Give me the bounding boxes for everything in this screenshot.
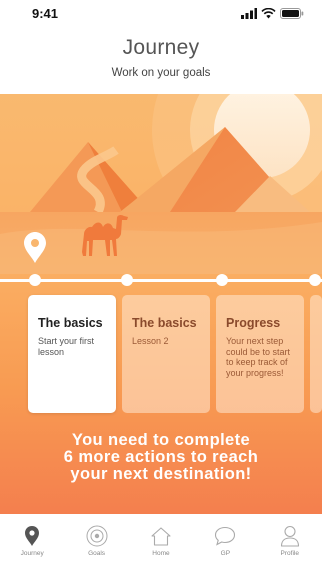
timeline-line xyxy=(0,279,322,282)
desert-scene xyxy=(0,94,322,274)
user-icon xyxy=(280,525,300,547)
tab-home[interactable]: Home xyxy=(135,525,187,557)
timeline-dot-1[interactable] xyxy=(29,274,41,286)
lesson-card[interactable]: Progress Your next step could be to star… xyxy=(216,295,304,413)
tab-profile[interactable]: Profile xyxy=(264,525,316,557)
tab-label: Goals xyxy=(88,550,106,557)
timeline-dot-2[interactable] xyxy=(121,274,133,286)
status-icons xyxy=(241,7,304,19)
lesson-card[interactable]: The basics Start your first lesson xyxy=(28,295,116,413)
journey-timeline xyxy=(0,274,322,286)
lesson-card-partial[interactable] xyxy=(310,295,322,413)
chat-bubble-icon xyxy=(214,525,236,547)
page-title: Journey xyxy=(122,36,200,59)
tab-label: Profile xyxy=(280,550,299,557)
lesson-card-title: Progress xyxy=(226,316,281,330)
status-time: 9:41 xyxy=(32,5,59,21)
tab-goals[interactable]: Goals xyxy=(71,525,123,557)
progress-message-line-2: 6 more actions to reach xyxy=(63,448,259,466)
lesson-card-text: Lesson 2 xyxy=(132,336,169,346)
lesson-card[interactable]: The basics Lesson 2 xyxy=(122,295,210,413)
journey-hero: The basics Start your first lesson The b… xyxy=(0,94,322,514)
timeline-dot-4[interactable] xyxy=(309,274,321,286)
tab-label: Home xyxy=(152,550,170,557)
tab-bar: Journey Goals Home GP Profile xyxy=(0,514,322,562)
target-icon xyxy=(86,525,108,547)
lesson-card-title: The basics xyxy=(132,316,197,330)
signal-bars-icon xyxy=(241,7,257,19)
tab-label: GP xyxy=(220,550,231,557)
status-bar: 9:41 xyxy=(0,0,322,26)
lesson-card-text: Your next step could be to start to keep… xyxy=(226,336,291,378)
wifi-icon xyxy=(261,7,276,18)
tab-gp[interactable]: GP xyxy=(199,525,251,557)
progress-message-line-1: You need to complete xyxy=(71,431,251,449)
page-header: Journey Work on your goals xyxy=(0,26,322,94)
page-subtitle: Work on your goals xyxy=(111,67,211,79)
location-pin-icon xyxy=(25,525,40,547)
progress-message-line-3: your next destination! xyxy=(70,465,252,483)
tab-label: Journey xyxy=(20,550,44,557)
tab-journey[interactable]: Journey xyxy=(6,525,58,557)
home-icon xyxy=(150,525,172,547)
battery-icon xyxy=(280,7,304,19)
timeline-dot-3[interactable] xyxy=(216,274,228,286)
lesson-cards: The basics Start your first lesson The b… xyxy=(28,295,322,413)
lesson-card-text: Start your first lesson xyxy=(38,336,95,357)
progress-message: You need to complete 6 more actions to r… xyxy=(40,432,282,483)
lesson-card-title: The basics xyxy=(38,316,103,330)
